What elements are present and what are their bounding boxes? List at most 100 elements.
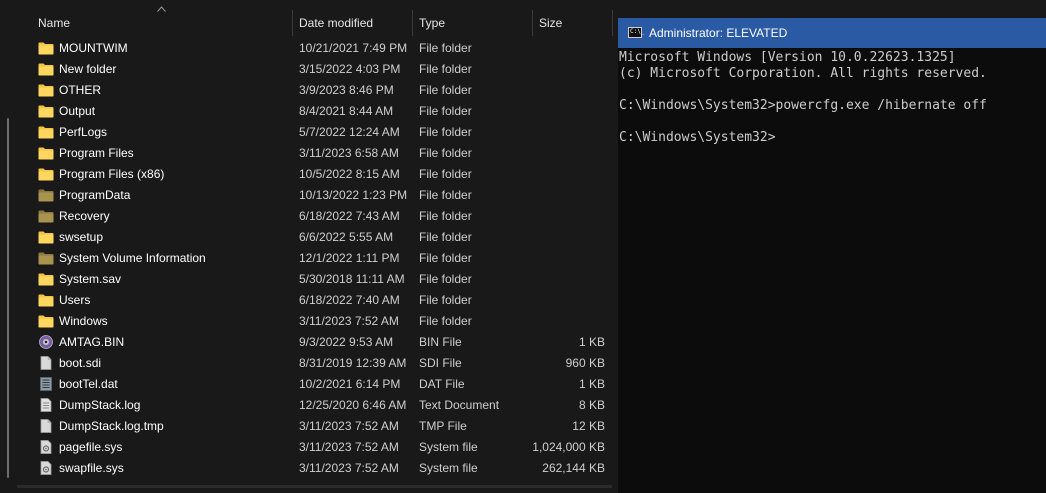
file-name[interactable]: Program Files [59,143,134,164]
file-row[interactable]: ProgramData 10/13/2022 1:23 PM File folder [0,185,614,206]
console-output[interactable]: Microsoft Windows [Version 10.0.22623.13… [619,50,987,146]
disc-file-icon [38,335,54,349]
file-name[interactable]: OTHER [59,80,101,101]
file-row[interactable]: New folder 3/15/2022 4:03 PM File folder [0,59,614,80]
file-date-modified: 3/15/2022 4:03 PM [299,62,401,76]
file-name[interactable]: bootTel.dat [59,374,118,395]
file-row[interactable]: AMTAG.BIN 9/3/2022 9:53 AM BIN File 1 KB [0,332,614,353]
file-date-modified: 6/18/2022 7:43 AM [299,209,400,223]
file-row[interactable]: Program Files (x86) 10/5/2022 8:15 AM File… [0,164,614,185]
file-row[interactable]: PerfLogs 5/7/2022 12:24 AM File folder [0,122,614,143]
file-row[interactable]: pagefile.sys 3/11/2023 7:52 AM System file… [0,437,614,458]
folder-icon [38,167,54,181]
file-date-modified: 6/18/2022 7:40 AM [299,293,400,307]
horizontal-scrollbar[interactable] [17,485,612,488]
file-date-modified: 5/7/2022 12:24 AM [299,125,400,139]
system-file-icon [38,440,54,454]
console-line: (c) Microsoft Corporation. All rights re… [619,66,987,81]
file-row[interactable]: swsetup 6/6/2022 5:55 AM File folder [0,227,614,248]
file-explorer: Name Date modified Type Size MOUNTWIM 10/… [0,0,614,493]
system-file-icon [38,461,54,475]
column-divider[interactable] [292,10,293,36]
file-name[interactable]: Program Files (x86) [59,164,164,185]
file-type: SDI File [419,356,462,370]
hidden-folder-icon [38,188,54,202]
hidden-folder-icon [38,251,54,265]
file-date-modified: 10/13/2022 1:23 PM [299,188,408,202]
folder-icon [38,146,54,160]
file-row[interactable]: MOUNTWIM 10/21/2021 7:49 PM File folder [0,38,614,59]
file-type: DAT File [419,377,465,391]
file-name[interactable]: Recovery [59,206,110,227]
folder-icon [38,83,54,97]
file-type: File folder [419,230,472,244]
file-date-modified: 12/1/2022 1:11 PM [299,251,400,265]
column-header-date-modified[interactable]: Date modified [299,10,373,36]
file-row[interactable]: Program Files 3/11/2023 6:58 AM File folde… [0,143,614,164]
file-name[interactable]: boot.sdi [59,353,101,374]
file-date-modified: 8/31/2019 12:39 AM [299,356,407,370]
file-name[interactable]: PerfLogs [59,122,107,143]
file-date-modified: 10/21/2021 7:49 PM [299,41,408,55]
file-name[interactable]: Output [59,101,95,122]
file-list: MOUNTWIM 10/21/2021 7:49 PM File folder New… [0,38,614,479]
file-name[interactable]: AMTAG.BIN [59,332,124,353]
column-header-size[interactable]: Size [539,10,562,36]
file-row[interactable]: System.sav 5/30/2018 11:11 AM File folder [0,269,614,290]
file-name[interactable]: swsetup [59,227,103,248]
file-type: System file [419,440,478,454]
file-name[interactable]: New folder [59,59,116,80]
folder-icon [38,314,54,328]
file-name[interactable]: swapfile.sys [59,458,124,479]
folder-icon [38,230,54,244]
file-name[interactable]: DumpStack.log.tmp [59,416,164,437]
file-row[interactable]: Output 8/4/2021 8:44 AM File folder [0,101,614,122]
file-name[interactable]: MOUNTWIM [59,38,128,59]
folder-icon [38,41,54,55]
file-type: File folder [419,125,472,139]
file-date-modified: 12/25/2020 6:46 AM [299,398,407,412]
command-prompt-window[interactable]: C:\_ Administrator: ELEVATED Microsoft W… [618,18,1046,493]
file-size: 262,144 KB [542,461,605,475]
column-header-name[interactable]: Name [38,10,70,36]
file-row[interactable]: swapfile.sys 3/11/2023 7:52 AM System file… [0,458,614,479]
file-size: 1,024,000 KB [532,440,605,454]
file-row[interactable]: DumpStack.log 12/25/2020 6:46 AM Text Docu… [0,395,614,416]
file-row[interactable]: System Volume Information 12/1/2022 1:11 … [0,248,614,269]
file-date-modified: 8/4/2021 8:44 AM [299,104,394,118]
file-date-modified: 3/11/2023 7:52 AM [299,461,399,475]
file-name[interactable]: pagefile.sys [59,437,122,458]
folder-icon [38,272,54,286]
file-row[interactable]: OTHER 3/9/2023 8:46 PM File folder [0,80,614,101]
file-size: 1 KB [578,335,605,349]
file-name[interactable]: Windows [59,311,108,332]
file-row[interactable]: Recovery 6/18/2022 7:43 AM File folder [0,206,614,227]
window-title: Administrator: ELEVATED [649,26,788,40]
column-divider[interactable] [412,10,413,36]
file-name[interactable]: Users [59,290,90,311]
text-file-icon [38,398,54,412]
file-name[interactable]: ProgramData [59,185,130,206]
column-header-type[interactable]: Type [419,10,445,36]
file-name[interactable]: System.sav [59,269,121,290]
file-name[interactable]: DumpStack.log [59,395,140,416]
file-icon [38,419,54,433]
column-divider[interactable] [612,10,613,36]
file-date-modified: 3/11/2023 7:52 AM [299,440,399,454]
file-row[interactable]: bootTel.dat 10/2/2021 6:14 PM DAT File 1 KB [0,374,614,395]
column-divider[interactable] [532,10,533,36]
file-row[interactable]: Users 6/18/2022 7:40 AM File folder [0,290,614,311]
title-bar[interactable]: C:\_ Administrator: ELEVATED [618,18,1046,48]
file-name[interactable]: System Volume Information [59,248,206,269]
file-date-modified: 10/5/2022 8:15 AM [299,167,400,181]
file-row[interactable]: Windows 3/11/2023 7:52 AM File folder [0,311,614,332]
file-size: 960 KB [565,356,605,370]
data-file-icon [38,377,54,391]
file-date-modified: 6/6/2022 5:55 AM [299,230,394,244]
file-row[interactable]: boot.sdi 8/31/2019 12:39 AM SDI File 960 KB [0,353,614,374]
file-type: File folder [419,41,472,55]
folder-icon [38,125,54,139]
file-row[interactable]: DumpStack.log.tmp 3/11/2023 7:52 AM TMP Fi… [0,416,614,437]
file-type: TMP File [419,419,467,433]
